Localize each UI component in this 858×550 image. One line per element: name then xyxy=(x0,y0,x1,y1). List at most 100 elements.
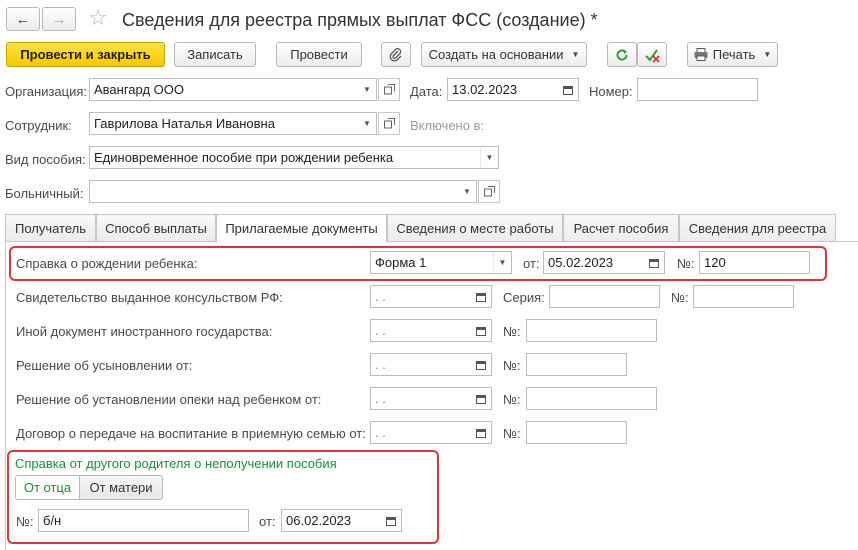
benefit-type-field[interactable]: Единовременное пособие при рождении ребе… xyxy=(89,146,499,169)
calendar-icon[interactable] xyxy=(471,422,491,443)
benefit-type-dropdown-icon[interactable]: ▼ xyxy=(480,147,498,168)
open-form-icon xyxy=(383,84,395,95)
organization-dropdown-icon[interactable]: ▼ xyxy=(358,79,376,100)
consul-cert-series-label: Серия: xyxy=(503,290,545,305)
attach-button[interactable] xyxy=(381,42,411,67)
birth-cert-form-field[interactable]: Форма 1 ▼ xyxy=(370,251,512,274)
included-in-label: Включено в: xyxy=(410,118,485,133)
consul-cert-date-field[interactable]: . . xyxy=(370,285,492,308)
foster-date-field[interactable]: . . xyxy=(370,421,492,444)
calendar-icon[interactable] xyxy=(558,79,578,100)
post-button[interactable]: Провести xyxy=(276,42,362,67)
save-button[interactable]: Записать xyxy=(174,42,256,67)
tab-benefit-calculation[interactable]: Расчет пособия xyxy=(563,214,679,241)
birth-cert-no-field[interactable]: 120 xyxy=(699,251,810,274)
other-parent-date-field[interactable]: 06.02.2023 xyxy=(281,509,402,532)
refresh-icon xyxy=(616,49,628,61)
print-label: Печать xyxy=(712,47,756,62)
sick-leave-field[interactable]: ▼ xyxy=(89,180,477,203)
foreign-doc-no-field[interactable] xyxy=(526,319,657,342)
birth-cert-label: Справка о рождении ребенка: xyxy=(16,256,198,271)
paperclip-icon xyxy=(389,47,402,61)
birth-cert-form-value: Форма 1 xyxy=(375,255,427,270)
clear-posting-button[interactable] xyxy=(637,42,667,67)
foreign-doc-date-field[interactable]: . . xyxy=(370,319,492,342)
foster-no-label: №: xyxy=(503,426,521,441)
number-field[interactable] xyxy=(637,78,758,101)
birth-cert-no-value: 120 xyxy=(704,255,726,270)
consul-cert-no-label: №: xyxy=(671,290,689,305)
tab-payment-method[interactable]: Способ выплаты xyxy=(96,214,216,241)
benefit-type-label: Вид пособия: xyxy=(5,152,86,167)
organization-value: Авангард ООО xyxy=(94,82,184,97)
open-form-icon xyxy=(483,186,495,197)
employee-dropdown-icon[interactable]: ▼ xyxy=(358,113,376,134)
calendar-icon[interactable] xyxy=(471,388,491,409)
tab-attached-documents[interactable]: Прилагаемые документы xyxy=(216,214,387,242)
from-father-toggle[interactable]: От отца xyxy=(15,475,80,500)
adoption-date-field[interactable]: . . xyxy=(370,353,492,376)
create-based-on-label: Создать на основании xyxy=(428,47,564,62)
arrow-left-icon: ← xyxy=(15,10,31,28)
unpost-icon xyxy=(645,48,660,63)
tab-workplace-info[interactable]: Сведения о месте работы xyxy=(387,214,563,241)
adoption-no-field[interactable] xyxy=(526,353,627,376)
employee-value: Гаврилова Наталья Ивановна xyxy=(94,116,275,131)
organization-label: Организация: xyxy=(5,84,88,99)
open-form-icon xyxy=(383,118,395,129)
forward-button[interactable]: → xyxy=(42,7,76,31)
organization-field[interactable]: Авангард ООО ▼ xyxy=(89,78,377,101)
calendar-icon[interactable] xyxy=(471,286,491,307)
foreign-doc-date-value: . . xyxy=(375,323,386,338)
back-button[interactable]: ← xyxy=(6,7,40,31)
foreign-doc-label: Иной документ иностранного государства: xyxy=(16,324,273,339)
tab-registry-info[interactable]: Сведения для реестра xyxy=(679,214,836,241)
employee-open-button[interactable] xyxy=(378,112,400,135)
birth-cert-form-dropdown-icon[interactable]: ▼ xyxy=(493,252,511,273)
other-parent-no-label: №: xyxy=(16,514,34,529)
calendar-icon[interactable] xyxy=(471,320,491,341)
other-parent-group-title: Справка от другого родителя о неполучени… xyxy=(15,456,337,471)
guardianship-no-field[interactable] xyxy=(526,387,657,410)
print-button[interactable]: Печать ▼ xyxy=(687,42,778,67)
adoption-no-label: №: xyxy=(503,358,521,373)
sick-leave-dropdown-icon[interactable]: ▼ xyxy=(458,181,476,202)
foster-no-field[interactable] xyxy=(526,421,627,444)
tab-recipient[interactable]: Получатель xyxy=(5,214,96,241)
refresh-button[interactable] xyxy=(607,42,637,67)
birth-cert-no-label: №: xyxy=(677,256,695,271)
printer-icon xyxy=(694,48,708,61)
date-value: 13.02.2023 xyxy=(452,82,518,97)
guardianship-no-label: №: xyxy=(503,392,521,407)
other-parent-no-field[interactable]: б/н xyxy=(38,509,249,532)
birth-cert-from-label: от: xyxy=(523,256,540,271)
consul-cert-no-field[interactable] xyxy=(693,285,794,308)
benefit-type-value: Единовременное пособие при рождении ребе… xyxy=(94,150,394,165)
window-title: Сведения для реестра прямых выплат ФСС (… xyxy=(122,10,598,30)
other-parent-from-label: от: xyxy=(259,514,276,529)
calendar-icon[interactable] xyxy=(644,252,664,273)
consul-cert-series-field[interactable] xyxy=(549,285,660,308)
sick-leave-open-button[interactable] xyxy=(478,180,500,203)
birth-cert-date-field[interactable]: 05.02.2023 xyxy=(543,251,665,274)
guardianship-label: Решение об установлении опеки над ребенк… xyxy=(16,392,322,407)
sick-leave-label: Больничный: xyxy=(5,186,84,201)
adoption-date-value: . . xyxy=(375,357,386,372)
from-mother-toggle[interactable]: От матери xyxy=(79,475,163,500)
employee-field[interactable]: Гаврилова Наталья Ивановна ▼ xyxy=(89,112,377,135)
guardianship-date-field[interactable]: . . xyxy=(370,387,492,410)
create-based-on-button[interactable]: Создать на основании ▼ xyxy=(421,42,587,67)
foreign-doc-no-label: №: xyxy=(503,324,521,339)
calendar-icon[interactable] xyxy=(381,510,401,531)
date-field[interactable]: 13.02.2023 xyxy=(447,78,579,101)
other-parent-no-value: б/н xyxy=(43,513,62,528)
date-label: Дата: xyxy=(410,84,443,99)
organization-open-button[interactable] xyxy=(378,78,400,101)
consul-cert-date-value: . . xyxy=(375,289,386,304)
calendar-icon[interactable] xyxy=(471,354,491,375)
number-label: Номер: xyxy=(589,84,633,99)
post-and-close-button[interactable]: Провести и закрыть xyxy=(6,42,165,67)
foster-date-value: . . xyxy=(375,425,386,440)
favorite-star-icon[interactable]: ☆ xyxy=(88,6,108,30)
other-parent-date-value: 06.02.2023 xyxy=(286,513,352,528)
